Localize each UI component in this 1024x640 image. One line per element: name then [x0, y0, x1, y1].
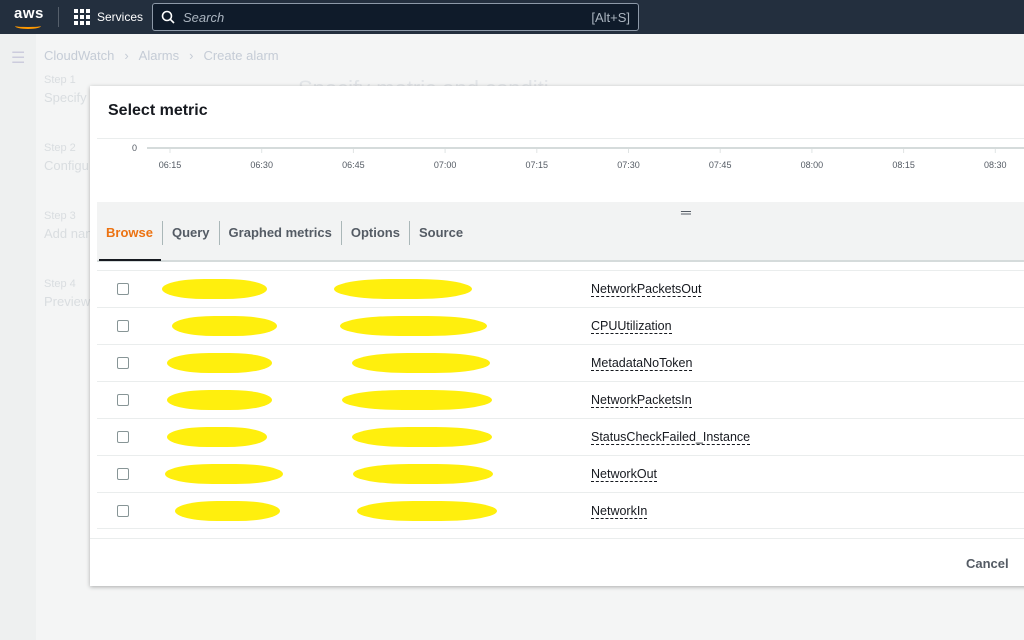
metric-name[interactable]: NetworkIn: [591, 504, 648, 519]
breadcrumb-alarms[interactable]: Alarms: [139, 48, 179, 63]
step-2: Step 2 Configu: [44, 142, 89, 173]
table-row[interactable]: MetadataNoToken: [97, 344, 1024, 381]
x-tick-label: 08:00: [801, 160, 824, 170]
table-row[interactable]: CPUUtilization: [97, 307, 1024, 344]
services-button[interactable]: Services: [74, 9, 143, 25]
wizard-steps: Step 1 Specify Step 2 Configu Step 3 Add na…: [44, 74, 92, 346]
step-3: Step 3 Add nan: [44, 210, 93, 241]
metric-name[interactable]: CPUUtilization: [591, 319, 672, 334]
search-shortcut: [Alt+S]: [591, 9, 630, 25]
tab-list: Browse Query Graphed metrics Options Sou…: [97, 220, 472, 246]
x-tick-label: 06:45: [342, 160, 365, 170]
x-tick-label: 06:30: [250, 160, 273, 170]
logo-text: aws: [14, 5, 44, 22]
redacted-region: [340, 316, 487, 336]
search-input[interactable]: Search [Alt+S]: [152, 3, 639, 31]
services-label: Services: [97, 10, 144, 24]
cancel-button[interactable]: Cancel: [966, 556, 1009, 571]
divider: [58, 7, 59, 27]
search-placeholder: Search: [183, 9, 225, 25]
aws-logo[interactable]: aws: [14, 5, 44, 29]
graph-svg: 0 06:15 06:30 06:45 07:00 07:15 07:30 07:45 08:0…: [132, 143, 1024, 170]
redacted-region: [165, 464, 283, 484]
breadcrumb: CloudWatch › Alarms › Create alarm: [44, 48, 279, 63]
x-tick-label: 07:45: [709, 160, 732, 170]
x-tick-label: 08:30: [984, 160, 1007, 170]
y-tick-label: 0: [132, 143, 137, 153]
breadcrumb-create-alarm: Create alarm: [203, 48, 279, 63]
modal-title: Select metric: [108, 102, 208, 119]
x-tick-label: 07:30: [617, 160, 640, 170]
x-tick-label: 08:15: [892, 160, 915, 170]
redacted-region: [167, 427, 267, 447]
redacted-region: [342, 390, 492, 410]
redacted-region: [172, 316, 277, 336]
tab-graphed-metrics[interactable]: Graphed metrics: [220, 221, 342, 245]
metric-name[interactable]: NetworkOut: [591, 467, 657, 482]
redacted-region: [352, 353, 490, 373]
metric-name[interactable]: StatusCheckFailed_Instance: [591, 430, 751, 445]
redacted-region: [167, 390, 272, 410]
table-row[interactable]: NetworkPacketsOut: [97, 270, 1024, 307]
metric-name[interactable]: NetworkPacketsOut: [591, 282, 702, 297]
tab-browse[interactable]: Browse: [97, 221, 163, 245]
menu-icon[interactable]: ☰: [11, 48, 25, 68]
select-metric-modal: Select metric 0 06:15 06:30 06:45 07:00 07:15…: [90, 86, 1024, 586]
metrics-table: NetworkPacketsOut CPUUtilization Metadat…: [97, 270, 1024, 529]
x-tick-label: 07:00: [434, 160, 457, 170]
breadcrumb-cloudwatch[interactable]: CloudWatch: [44, 48, 114, 63]
table-row[interactable]: NetworkIn: [97, 492, 1024, 529]
row-checkbox[interactable]: [117, 505, 129, 517]
metric-name[interactable]: MetadataNoToken: [591, 356, 693, 371]
tab-options[interactable]: Options: [342, 221, 410, 245]
metric-name[interactable]: NetworkPacketsIn: [591, 393, 692, 408]
redacted-region: [334, 279, 472, 299]
redacted-region: [353, 464, 493, 484]
top-nav-bar: aws Services Search [Alt+S]: [0, 0, 1024, 34]
tabs-area: ═ Browse Query Graphed metrics Options S…: [97, 202, 1024, 262]
metric-graph: 0 06:15 06:30 06:45 07:00 07:15 07:30 07:45 08:0…: [97, 138, 1024, 202]
x-tick-label: 07:15: [526, 160, 549, 170]
active-tab-indicator: [99, 259, 161, 261]
redacted-region: [162, 279, 267, 299]
row-checkbox[interactable]: [117, 394, 129, 406]
sidebar: ☰: [0, 34, 36, 640]
x-tick-label: 06:15: [159, 160, 182, 170]
redacted-region: [167, 353, 272, 373]
step-1: Step 1 Specify: [44, 74, 87, 105]
tab-source[interactable]: Source: [410, 221, 472, 245]
row-checkbox[interactable]: [117, 357, 129, 369]
search-icon: [161, 10, 175, 24]
modal-footer: Cancel: [90, 538, 1024, 586]
grid-icon: [74, 9, 90, 25]
tab-query[interactable]: Query: [163, 221, 220, 245]
table-row[interactable]: NetworkPacketsIn: [97, 381, 1024, 418]
redacted-region: [175, 501, 280, 521]
redacted-region: [352, 427, 492, 447]
row-checkbox[interactable]: [117, 431, 129, 443]
row-checkbox[interactable]: [117, 283, 129, 295]
redacted-region: [357, 501, 497, 521]
table-row[interactable]: StatusCheckFailed_Instance: [97, 418, 1024, 455]
step-4: Step 4 Preview: [44, 278, 91, 309]
table-row[interactable]: NetworkOut: [97, 455, 1024, 492]
row-checkbox[interactable]: [117, 320, 129, 332]
row-checkbox[interactable]: [117, 468, 129, 480]
resize-handle-icon[interactable]: ═: [681, 204, 691, 220]
